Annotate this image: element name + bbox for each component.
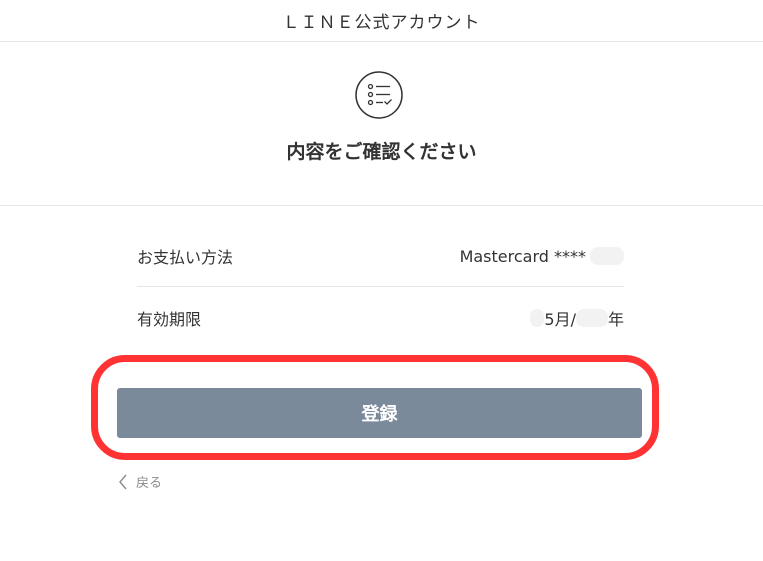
expiry-year-text: 年 xyxy=(607,310,624,329)
page-title: 内容をご確認ください xyxy=(286,141,477,163)
expiry-month-text: 5月/ xyxy=(544,310,576,329)
chevron-left-icon xyxy=(119,474,127,489)
redacted-year-digits xyxy=(575,309,608,327)
header: ＬＩＮＥ公式アカウント xyxy=(0,0,763,42)
payment-method-row: お支払い方法 Mastercard **** xyxy=(137,226,624,287)
checklist-icon xyxy=(355,71,403,119)
payment-method-value: Mastercard **** xyxy=(460,247,624,266)
register-button[interactable]: 登録 xyxy=(117,388,642,438)
redacted-card-digits xyxy=(590,247,624,265)
expiry-row: 有効期限 5月/ 年 xyxy=(137,288,624,348)
expiry-value: 5月/ 年 xyxy=(530,306,624,330)
back-link-label: 戻る xyxy=(136,476,163,491)
section-divider xyxy=(0,205,763,206)
app-title: ＬＩＮＥ公式アカウント xyxy=(282,13,481,33)
back-link[interactable]: 戻る xyxy=(118,472,162,491)
expiry-label: 有効期限 xyxy=(137,310,202,329)
payment-method-label: お支払い方法 xyxy=(137,248,234,267)
redacted-month-digit xyxy=(530,309,545,327)
card-number-text: Mastercard **** xyxy=(459,246,586,266)
